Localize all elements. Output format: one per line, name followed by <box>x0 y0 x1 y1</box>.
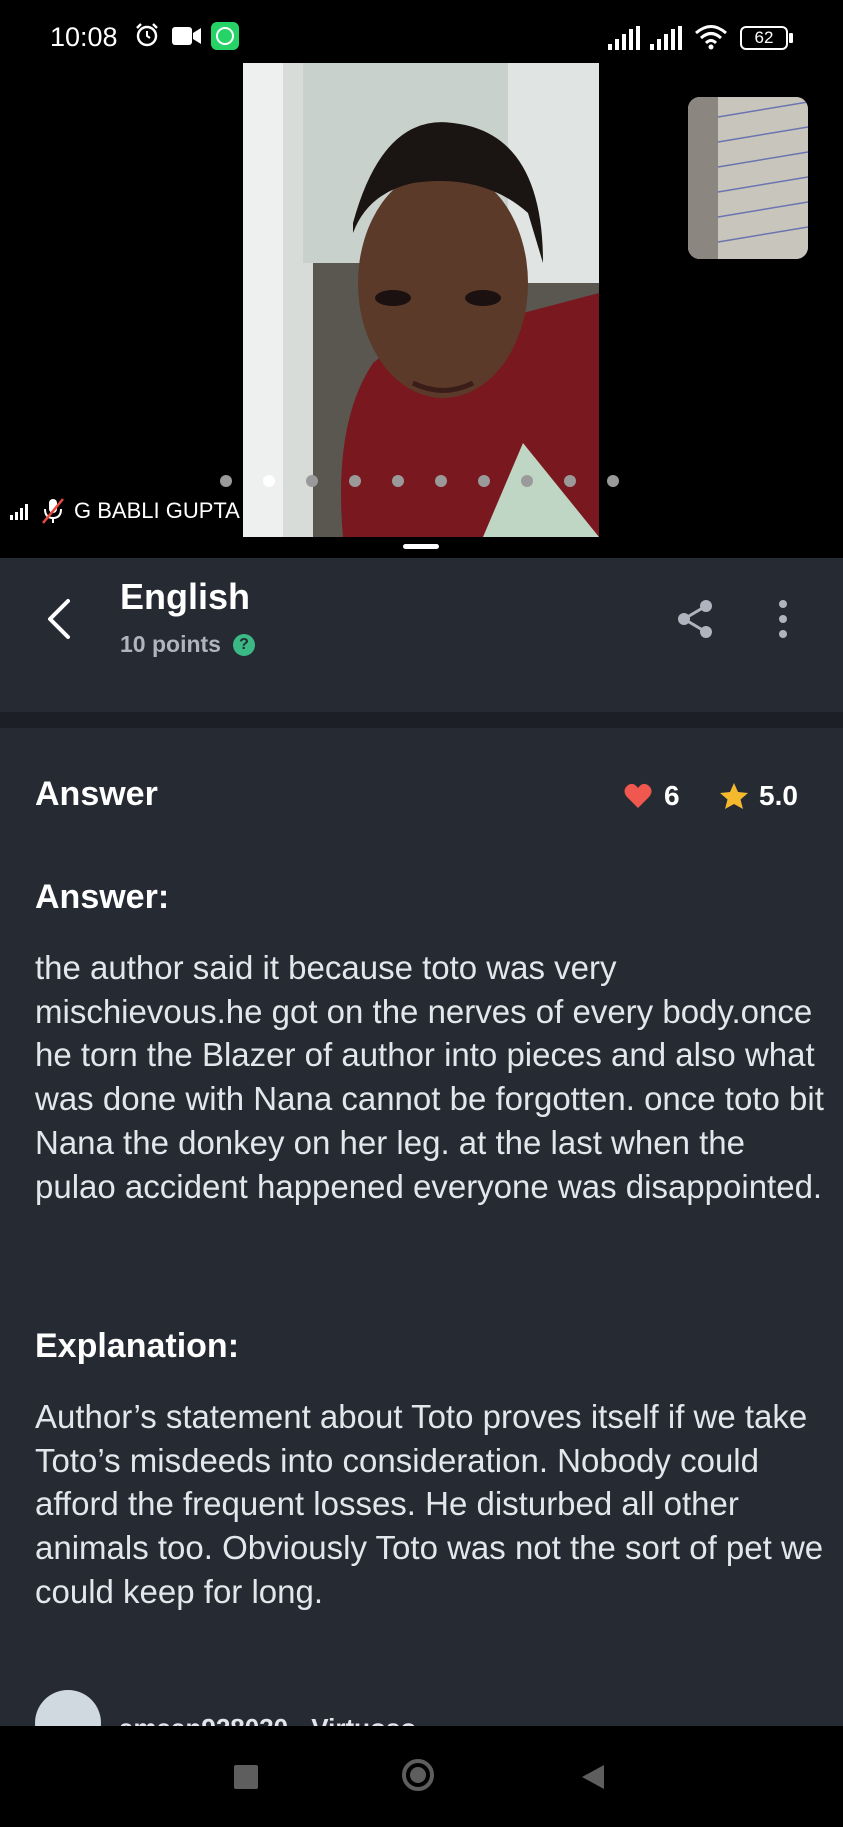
explanation-text: Author’s statement about Toto proves its… <box>35 1398 824 1610</box>
points-label: 10 points ? <box>120 631 255 658</box>
more-options-icon[interactable] <box>775 599 791 639</box>
star-icon <box>720 783 748 809</box>
explanation-label: Explanation: <box>35 1327 240 1365</box>
back-triangle-icon[interactable] <box>580 1763 606 1791</box>
rating-value: 5.0 <box>759 780 798 811</box>
battery-tip <box>789 33 793 43</box>
whatsapp-icon <box>211 22 239 50</box>
battery-level: 62 <box>754 28 774 47</box>
caller-info: G BABLI GUPTA <box>10 496 240 526</box>
status-time: 10:08 <box>50 22 118 52</box>
video-call-area: G BABLI GUPTA <box>0 0 843 558</box>
wifi-icon <box>695 25 727 50</box>
recents-button[interactable] <box>234 1765 258 1789</box>
section-divider <box>0 712 843 728</box>
home-icon <box>410 1767 426 1783</box>
video-page-indicator <box>220 474 650 490</box>
battery-icon: 62 <box>740 26 788 50</box>
drag-handle[interactable] <box>403 544 439 549</box>
caller-name: G BABLI GUPTA <box>74 498 240 523</box>
heart-icon <box>624 783 652 808</box>
header-spacer <box>0 676 843 712</box>
help-icon[interactable]: ? <box>232 633 255 656</box>
alarm-icon <box>136 23 158 47</box>
self-video-preview[interactable] <box>688 97 808 259</box>
points-value: 10 points <box>120 631 221 657</box>
status-bar: 10:08 62 <box>0 0 843 70</box>
answer-heading: Answer <box>35 775 158 813</box>
mic-muted-icon <box>42 498 64 524</box>
share-icon[interactable] <box>674 598 716 640</box>
page-dot[interactable] <box>392 475 404 487</box>
signal-icon <box>650 26 682 50</box>
page-dot[interactable] <box>435 475 447 487</box>
back-arrow-icon[interactable] <box>40 597 76 641</box>
author-row[interactable]: amaan928030 · Virtuoso <box>35 1690 416 1730</box>
page-dot[interactable] <box>220 475 232 487</box>
avatar[interactable] <box>35 1690 101 1730</box>
page-dot[interactable] <box>349 475 361 487</box>
video-camera-icon <box>172 27 201 45</box>
likes-count: 6 <box>664 780 680 811</box>
subject-title: English <box>120 576 251 617</box>
page-dot[interactable] <box>478 475 490 487</box>
main-video-feed[interactable] <box>243 63 599 537</box>
answer-text: the author said it because toto was very… <box>35 949 824 1205</box>
likes-counter[interactable]: 6 <box>624 780 680 812</box>
page-dot-active[interactable] <box>263 475 275 487</box>
signal-icon <box>10 504 28 520</box>
answer-label: Answer: <box>35 878 170 916</box>
page-dot[interactable] <box>607 475 619 487</box>
page-dot[interactable] <box>306 475 318 487</box>
rating-display: 5.0 <box>719 780 798 812</box>
page-dot[interactable] <box>564 475 576 487</box>
signal-icon <box>608 26 640 50</box>
page-dot[interactable] <box>521 475 533 487</box>
